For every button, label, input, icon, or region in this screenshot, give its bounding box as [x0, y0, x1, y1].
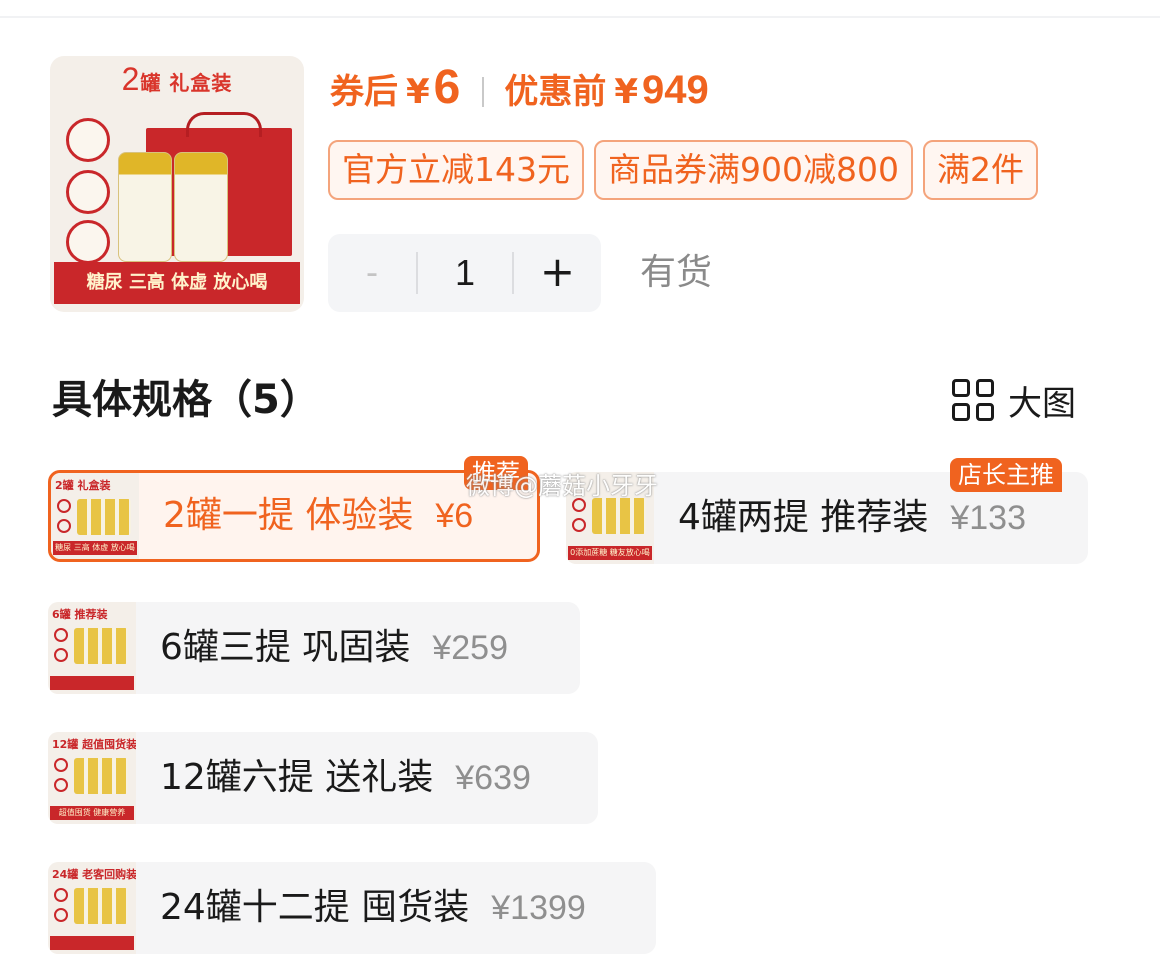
coupon-tag[interactable]: 官方立减143元: [328, 140, 584, 200]
price-after-coupon-label: 券后: [330, 72, 398, 112]
big-view-label: 大图: [1008, 383, 1076, 424]
spec-price: ¥1399: [491, 889, 586, 927]
shop-owner-pick-badge: 店长主推: [950, 458, 1062, 492]
price-row: 券后 ¥ 6 优惠前 ¥ 949: [330, 60, 709, 124]
stock-status: 有货: [640, 252, 713, 293]
specs-section-title: 具体规格（5）: [52, 377, 320, 423]
spec-thumbnail: 6罐 推荐装: [48, 602, 136, 694]
big-view-toggle[interactable]: 大图: [952, 374, 1076, 426]
price-before-discount: 949: [642, 68, 709, 112]
milk-can-graphic: [174, 152, 228, 262]
spec-name: 2罐一提 体验装: [163, 495, 414, 536]
certification-seal-icon: [66, 118, 110, 162]
price-after-coupon: 6: [433, 61, 461, 114]
increase-quantity-button[interactable]: +: [514, 234, 601, 312]
spec-option-6-cans[interactable]: 6罐 推荐装 6罐三提 巩固装 ¥259: [48, 602, 580, 694]
spec-thumbnail: 24罐 老客回购装: [48, 862, 136, 954]
coupon-tag[interactable]: 满2件: [922, 140, 1038, 200]
spec-name: 12罐六提 送礼装: [160, 757, 434, 798]
spec-name: 6罐三提 巩固装: [160, 627, 411, 668]
milk-cans-graphic: [74, 888, 128, 924]
product-image-title: 2罐 礼盒装: [121, 61, 233, 97]
spec-price: ¥259: [432, 629, 508, 667]
spec-option-24-cans[interactable]: 24罐 老客回购装 24罐十二提 囤货装 ¥1399: [48, 862, 656, 954]
price-before-label: 优惠前: [504, 72, 607, 112]
milk-cans-graphic: [74, 758, 128, 794]
grid-view-icon: [952, 379, 994, 421]
milk-cans-graphic: [77, 499, 131, 535]
coupon-tag[interactable]: 商品券满900减800: [594, 140, 913, 200]
price-separator: [482, 77, 485, 107]
coupon-list: 官方立减143元 商品券满900减800 满2件: [328, 140, 1074, 202]
decrease-quantity-button[interactable]: -: [328, 234, 416, 312]
spec-name: 4罐两提 推荐装: [678, 497, 929, 538]
spec-thumbnail: 2罐 礼盒装 糖尿 三高 体虚 放心喝: [51, 473, 139, 559]
product-image[interactable]: 2罐 礼盒装 糖尿 三高 体虚 放心喝: [50, 56, 304, 312]
spec-price: ¥639: [455, 759, 531, 797]
certification-seal-icon: [66, 220, 110, 264]
spec-name: 24罐十二提 囤货装: [160, 887, 470, 928]
currency-symbol: ¥: [406, 72, 430, 112]
milk-cans-graphic: [592, 498, 646, 534]
spec-price: ¥6: [435, 497, 474, 535]
milk-cans-graphic: [74, 628, 128, 664]
watermark: 微博@蘑菇小牙牙: [466, 472, 658, 500]
quantity-value[interactable]: 1: [418, 234, 512, 312]
certification-seal-icon: [66, 170, 110, 214]
currency-symbol: ¥: [614, 72, 639, 112]
milk-can-graphic: [118, 152, 172, 262]
spec-price: ¥133: [950, 499, 1026, 537]
top-divider: [0, 16, 1160, 18]
quantity-stepper: - 1 +: [328, 234, 601, 312]
spec-option-12-cans[interactable]: 12罐 超值囤货装 超值囤货 健康营养 12罐六提 送礼装 ¥639: [48, 732, 598, 824]
spec-thumbnail: 12罐 超值囤货装 超值囤货 健康营养: [48, 732, 136, 824]
product-image-banner: 糖尿 三高 体虚 放心喝: [54, 262, 300, 304]
